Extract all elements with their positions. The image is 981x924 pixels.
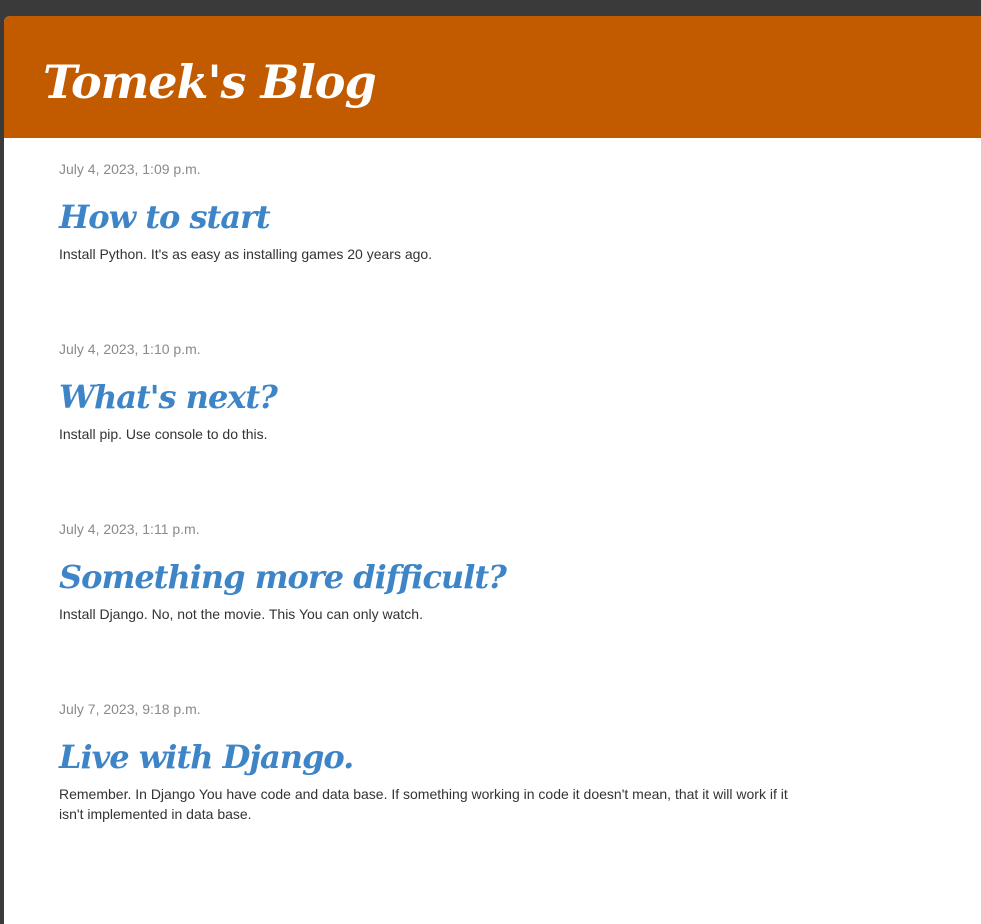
post-date: July 7, 2023, 9:18 p.m.: [59, 701, 201, 717]
post-item: July 7, 2023, 9:18 p.m. Live with Django…: [59, 700, 799, 880]
page-header: Tomek's Blog: [4, 16, 981, 138]
post-date: July 4, 2023, 1:10 p.m.: [59, 341, 201, 357]
post-title-link[interactable]: How to start: [59, 196, 271, 238]
post-title-link[interactable]: Something more difficult?: [59, 556, 507, 598]
browser-viewport: Tomek's Blog July 4, 2023, 1:09 p.m. How…: [4, 16, 981, 924]
post-date: July 4, 2023, 1:09 p.m.: [59, 161, 201, 177]
site-title-link[interactable]: Tomek's Blog: [43, 52, 377, 112]
post-item: July 4, 2023, 1:10 p.m. What's next? Ins…: [59, 340, 799, 520]
post-body: Install Django. No, not the movie. This …: [59, 606, 423, 622]
post-body: Install pip. Use console to do this.: [59, 426, 268, 442]
post-date: July 4, 2023, 1:11 p.m.: [59, 521, 200, 537]
post-item: July 4, 2023, 1:09 p.m. How to start Ins…: [59, 160, 799, 340]
post-list: July 4, 2023, 1:09 p.m. How to start Ins…: [4, 138, 799, 880]
post-title-link[interactable]: What's next?: [59, 376, 278, 418]
post-body: Remember. In Django You have code and da…: [59, 786, 788, 822]
post-title-link[interactable]: Live with Django.: [59, 736, 354, 778]
post-body: Install Python. It's as easy as installi…: [59, 246, 433, 262]
post-item: July 4, 2023, 1:11 p.m. Something more d…: [59, 520, 799, 700]
